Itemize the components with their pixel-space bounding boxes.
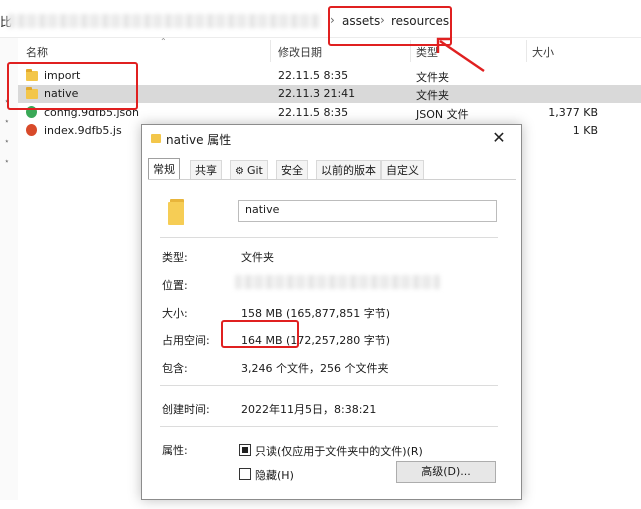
location-label: 位置: xyxy=(162,279,188,292)
tab-strip: 常规 共享 ⚙ Git 安全 以前的版本 自定义 xyxy=(148,158,516,180)
pin-icon: ⋆ xyxy=(4,157,10,167)
type-value: 文件夹 xyxy=(241,251,274,264)
pin-icon: ⋆ xyxy=(4,137,10,147)
file-name: index.9dfb5.js xyxy=(44,124,122,137)
contains-value: 3,246 个文件，256 个文件夹 xyxy=(241,362,389,375)
folder-icon xyxy=(151,134,161,143)
readonly-checkbox[interactable] xyxy=(239,444,251,456)
file-size: 1 KB xyxy=(572,124,598,137)
highlight-folders-box xyxy=(7,62,138,110)
column-size[interactable]: 大小 xyxy=(532,44,554,60)
tab-sharing[interactable]: 共享 xyxy=(190,160,222,180)
attributes-label: 属性: xyxy=(162,444,188,457)
file-date: 22.11.5 8:35 xyxy=(278,106,349,119)
type-label: 类型: xyxy=(162,251,188,264)
column-modified[interactable]: 修改日期 xyxy=(278,44,322,60)
file-type: 文件夹 xyxy=(416,89,449,102)
hidden-checkbox[interactable] xyxy=(239,468,251,480)
disk-usage-label: 占用空间: xyxy=(162,334,210,347)
dialog-title-bar[interactable]: native 属性 ✕ xyxy=(142,125,521,153)
tab-git-label: Git xyxy=(246,164,263,177)
tab-general[interactable]: 常规 xyxy=(148,158,180,180)
file-date: 22.11.3 21:41 xyxy=(278,87,356,100)
folder-name-input[interactable]: native xyxy=(238,200,497,222)
pin-icon: ⋆ xyxy=(4,117,10,127)
tab-git[interactable]: ⚙ Git xyxy=(230,160,268,180)
highlight-disk-usage-box xyxy=(221,320,299,348)
size-value: 158 MB (165,877,851 字节) xyxy=(241,307,391,320)
column-name[interactable]: 名称 xyxy=(26,44,48,60)
blurred-location-value xyxy=(235,275,440,289)
sort-arrow-icon: ⌃ xyxy=(160,37,167,46)
tab-customize[interactable]: 自定义 xyxy=(381,160,424,180)
blurred-path-segment xyxy=(8,14,320,28)
created-value: 2022年11月5日，8:38:21 xyxy=(241,403,377,416)
large-folder-icon xyxy=(168,199,188,225)
size-label: 大小: xyxy=(162,307,188,320)
tab-previous-versions[interactable]: 以前的版本 xyxy=(316,160,381,180)
js-file-icon xyxy=(26,124,39,137)
arrow-annotation-icon xyxy=(436,37,485,72)
advanced-button[interactable]: 高级(D)... xyxy=(396,461,496,483)
address-bar[interactable]: 比 › assets › resources xyxy=(0,0,641,38)
created-label: 创建时间: xyxy=(162,403,210,416)
file-size: 1,377 KB xyxy=(548,106,598,119)
tab-security[interactable]: 安全 xyxy=(276,160,308,180)
contains-label: 包含: xyxy=(162,362,188,375)
file-date: 22.11.5 8:35 xyxy=(278,69,349,82)
dialog-title: native 属性 xyxy=(166,133,232,147)
properties-dialog: native 属性 ✕ 常规 共享 ⚙ Git 安全 以前的版本 自定义 nati… xyxy=(141,124,522,500)
file-type: JSON 文件 xyxy=(416,108,469,121)
readonly-label[interactable]: 只读(仅应用于文件夹中的文件)(R) xyxy=(255,443,423,459)
hidden-label[interactable]: 隐藏(H) xyxy=(255,467,294,483)
close-button[interactable]: ✕ xyxy=(485,126,513,150)
